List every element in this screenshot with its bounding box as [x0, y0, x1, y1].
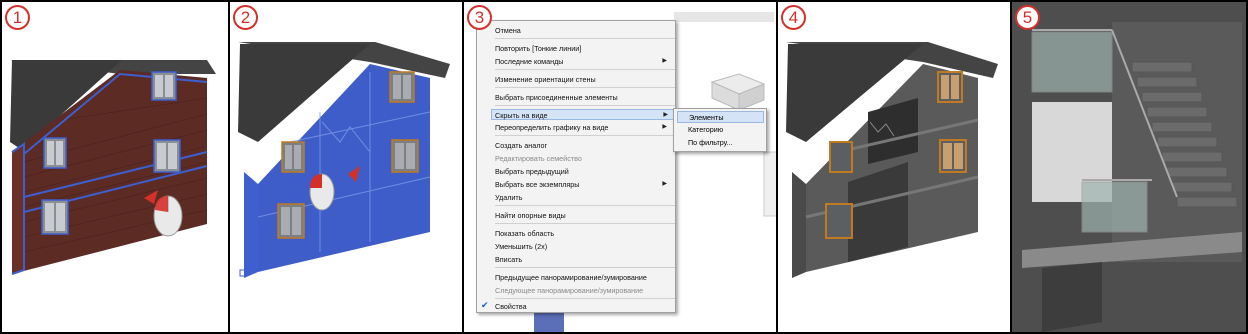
- submenu-hide-in-view: Элементы Категорию По фильтру...: [673, 108, 767, 152]
- menu-item-select-previous[interactable]: Выбрать предыдущий: [495, 166, 673, 177]
- menu-item-label: Скрыть на виде: [495, 111, 548, 120]
- submenu-item-by-filter[interactable]: По фильтру...: [677, 137, 764, 149]
- menu-item-repeat[interactable]: Повторить [Тонкие линии]: [495, 43, 673, 54]
- stair-interior-view[interactable]: [1012, 2, 1248, 334]
- menu-item-select-joined[interactable]: Выбрать присоединенные элементы: [495, 92, 673, 103]
- menu-item-delete[interactable]: Удалить: [495, 192, 673, 203]
- step-badge: 5: [1015, 5, 1040, 30]
- menu-item-next-pan-zoom[interactable]: Следующее панорамирование/зумирование: [495, 285, 673, 296]
- menu-item-label: Выбрать все экземпляры: [495, 180, 580, 189]
- submenu-item-elements[interactable]: Элементы: [677, 111, 764, 123]
- house-cutaway-view[interactable]: [778, 2, 1012, 334]
- panel-2: 2: [228, 0, 464, 334]
- menu-item-edit-family[interactable]: Редактировать семейство: [495, 153, 673, 164]
- menu-item-zoom-region[interactable]: Показать область: [495, 228, 673, 239]
- menu-item-previous-pan-zoom[interactable]: Предыдущее панорамирование/зумирование: [495, 272, 673, 283]
- menu-item-zoom-fit[interactable]: Вписать: [495, 254, 673, 265]
- menu-item-recent-commands[interactable]: Последние команды ▶: [495, 56, 673, 67]
- menu-item-flip-wall[interactable]: Изменение ориентации стены: [495, 74, 673, 85]
- menu-item-undo[interactable]: Отмена: [495, 25, 673, 36]
- step-badge: 3: [467, 5, 492, 30]
- context-menu: Отмена Повторить [Тонкие линии] Последни…: [476, 20, 676, 313]
- checkmark-icon: ✔: [481, 300, 489, 310]
- menu-item-select-all-instances[interactable]: Выбрать все экземпляры ▶: [495, 179, 673, 190]
- menu-item-override-graphics[interactable]: Переопределить графику на виде ▶: [495, 122, 673, 133]
- submenu-arrow-icon: ▶: [662, 181, 667, 187]
- menu-item-label: Последние команды: [495, 57, 564, 66]
- view-cube-icon: [710, 73, 766, 111]
- menu-item-find-referring-views[interactable]: Найти опорные виды: [495, 210, 673, 221]
- menu-item-properties[interactable]: Свойства: [495, 301, 673, 312]
- menu-item-label: Переопределить графику на виде: [495, 123, 609, 132]
- house-brick-view[interactable]: [2, 2, 230, 334]
- step-badge: 1: [5, 5, 30, 30]
- submenu-item-category[interactable]: Категорию: [677, 124, 764, 136]
- menu-item-create-similar[interactable]: Создать аналог: [495, 140, 673, 151]
- panel-3: 3 Отмена Повторить [Тонкие линии] Послед…: [462, 0, 778, 334]
- submenu-arrow-icon: ▶: [663, 112, 668, 118]
- panel-1: 1: [0, 0, 230, 334]
- house-selected-view[interactable]: [230, 2, 464, 334]
- menu-item-zoom-out[interactable]: Уменьшить (2x): [495, 241, 673, 252]
- menu-item-hide-in-view[interactable]: Скрыть на виде ▶: [491, 109, 675, 120]
- step-badge: 4: [781, 5, 806, 30]
- step-badge: 2: [233, 5, 258, 30]
- panel-4: 4: [776, 0, 1012, 334]
- submenu-arrow-icon: ▶: [662, 124, 667, 130]
- submenu-arrow-icon: ▶: [662, 58, 667, 64]
- panel-5: 5: [1010, 0, 1248, 334]
